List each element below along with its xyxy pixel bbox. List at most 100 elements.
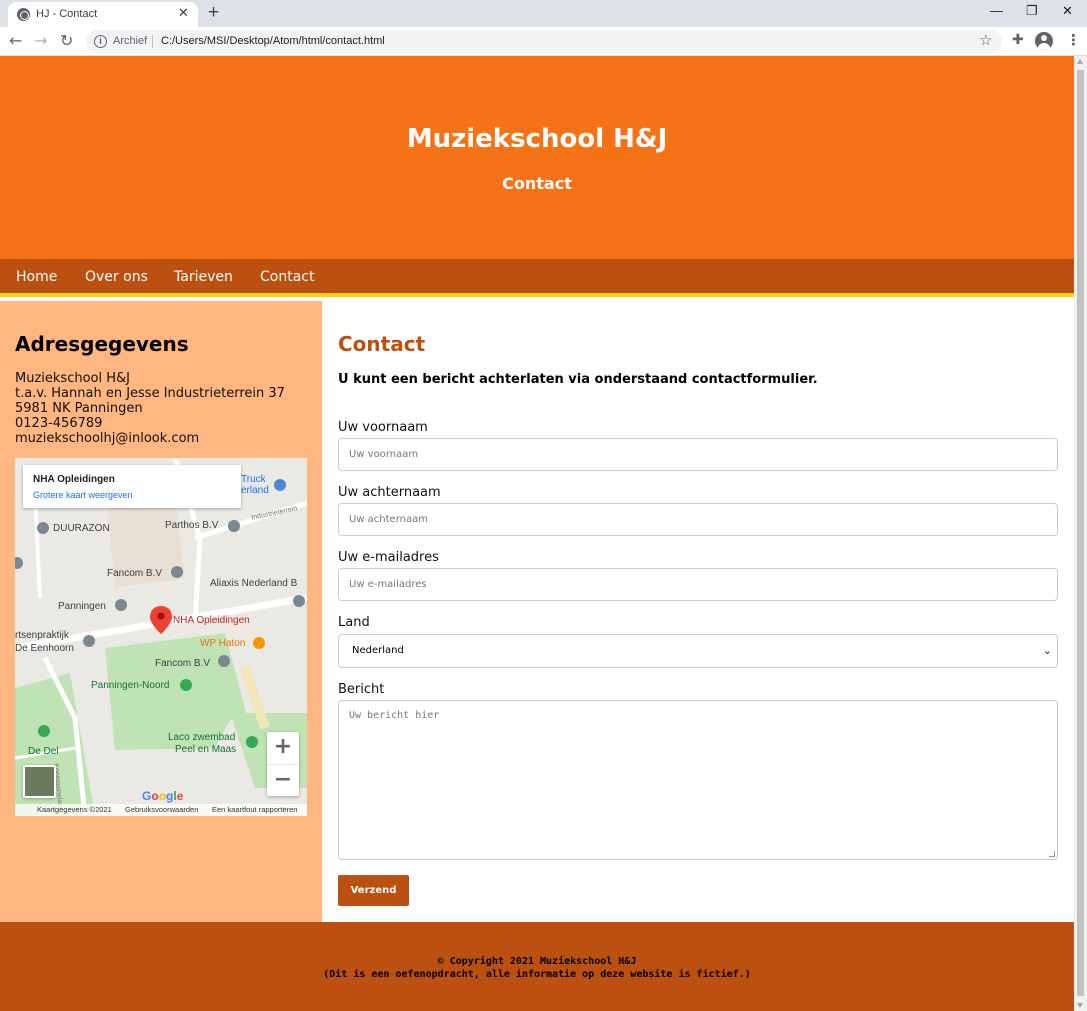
poi-marker [38,725,50,737]
poi-marker [171,566,183,578]
intro-text: U kunt een bericht achterlaten via onder… [338,372,818,387]
site-title: Muziekschool H&J [406,124,668,154]
map-label: De Eenhoorn [15,643,74,654]
last-name-label: Uw achternaam [338,485,441,500]
map-place-name: NHA Opleidingen [33,474,115,485]
map-place-card: NHA Opleidingen Grotere kaart weergeven [23,465,241,508]
address-bar[interactable]: i Archief C:/Users/MSI/Desktop/Atom/html… [86,30,1002,53]
map-label: erland [241,485,269,496]
poi-marker [15,557,23,569]
footer-text: © Copyright 2021 Muziekschool H&J (Dit i… [0,955,1074,981]
message-textarea[interactable]: Uw bericht hier [338,700,1058,860]
map-label: WP Haton [200,638,246,649]
report-error-link[interactable]: Een kaartfout rapporteren [212,805,297,814]
poi-marker [37,522,49,534]
address-line: 5981 NK Panningen [15,401,143,416]
terms-link[interactable]: Gebruiksvoorwaarden [125,805,198,814]
address-separator [152,35,153,48]
globe-icon [17,8,30,21]
address-sidebar: Adresgegevens Muziekschool H&J t.a.v. Ha… [0,301,322,922]
google-logo: Google [142,789,184,803]
poi-marker [293,595,305,607]
zoom-out-button[interactable]: − [267,764,299,796]
poi-marker [180,679,192,691]
email-address: muziekschoolhj@inlook.com [15,431,200,446]
map-label: Fancom B.V [155,658,211,669]
embedded-map[interactable]: DUURAZON Parthos B.V Fancom B.V Aliaxis … [15,458,307,816]
bookmark-star-icon[interactable]: ☆ [979,31,992,49]
page-scrollbar[interactable] [1074,56,1087,1011]
chevron-down-icon: ⌄ [1042,644,1052,657]
scroll-down-arrow-icon[interactable] [1077,1003,1083,1008]
location-pin-icon[interactable] [150,606,172,634]
new-tab-icon[interactable]: + [208,2,219,24]
disclaimer-line: (Dit is een oefenopdracht, alle informat… [323,969,751,980]
email-label: Uw e-mailadres [338,550,439,565]
window-close-icon[interactable]: ✕ [1062,3,1073,19]
map-label: Parthos B.V [165,520,219,531]
address-line: Muziekschool H&J [15,371,130,386]
country-label: Land [338,615,370,630]
address-block: Muziekschool H&J t.a.v. Hannah en Jesse … [15,371,285,446]
country-selected-value: Nederland [352,645,404,656]
location-pin-dot [157,612,165,620]
poi-marker [228,520,240,532]
address-line: t.a.v. Hannah en Jesse Industrieterrein … [15,386,285,401]
satellite-toggle[interactable] [23,765,56,798]
main-navigation: Home Over ons Tarieven Contact [0,259,1074,297]
resize-handle-icon[interactable] [1049,851,1055,857]
poi-marker [246,736,258,748]
sidebar-heading: Adresgegevens [15,332,189,356]
nav-item-contact[interactable]: Contact [260,269,314,285]
site-footer: © Copyright 2021 Muziekschool H&J (Dit i… [0,922,1074,1011]
country-select[interactable]: Nederland ⌄ [338,634,1058,668]
larger-map-link[interactable]: Grotere kaart weergeven [33,490,133,500]
info-icon[interactable]: i [94,35,107,48]
nav-item-over-ons[interactable]: Over ons [85,269,148,285]
restore-icon[interactable]: ❐ [1026,3,1038,19]
map-zoom-controls: + − [267,732,299,796]
map-label: Truck [241,474,266,485]
url-text[interactable]: C:/Users/MSI/Desktop/Atom/html/contact.h… [161,35,385,47]
map-pin-label: NHA Opleidingen [173,615,250,626]
scrollbar-thumb[interactable] [1077,70,1084,996]
poi-marker [253,637,265,649]
profile-avatar-icon[interactable] [1035,32,1053,50]
map-label: Aliaxis Nederland B [210,578,298,589]
minimize-icon[interactable]: — [990,3,1003,18]
map-label: Panningen-Noord [91,680,170,691]
browser-toolbar: ← → ↻ i Archief C:/Users/MSI/Desktop/Ato… [0,27,1087,56]
first-name-label: Uw voornaam [338,420,428,435]
map-label: DUURAZON [53,523,110,534]
nav-item-home[interactable]: Home [16,269,57,285]
back-arrow-icon[interactable]: ← [9,31,22,51]
extensions-puzzle-icon[interactable]: ✚ [1012,32,1024,48]
browser-menu-icon[interactable]: ⋮ [1066,31,1081,49]
web-page: Muziekschool H&J Contact Home Over ons T… [0,56,1074,1011]
first-name-input[interactable]: Uw voornaam [338,438,1058,471]
email-input[interactable]: Uw e-mailadres [338,568,1058,601]
phone-number: 0123-456789 [15,416,103,431]
nav-item-tarieven[interactable]: Tarieven [174,269,233,285]
map-label: Peel en Maas [175,744,237,755]
browser-tab-bar: HJ - Contact ✕ + — ❐ ✕ [0,0,1087,27]
forward-arrow-icon[interactable]: → [34,31,47,51]
poi-marker [115,599,127,611]
site-header: Muziekschool H&J Contact [0,56,1074,259]
reload-icon[interactable]: ↻ [60,31,73,51]
road [33,497,42,599]
scroll-up-arrow-icon[interactable] [1077,59,1083,64]
tab-title: HJ - Contact [36,8,98,20]
content-heading: Contact [338,332,426,356]
poi-marker [218,655,230,667]
message-label: Bericht [338,682,385,697]
submit-button[interactable]: Verzend [338,875,409,906]
browser-tab[interactable]: HJ - Contact ✕ [8,2,198,27]
tab-close-icon[interactable]: ✕ [178,5,189,21]
last-name-input[interactable]: Uw achternaam [338,503,1058,536]
zoom-in-button[interactable]: + [267,732,299,764]
page-subtitle: Contact [502,174,572,193]
map-label: De Del [28,746,59,757]
message-placeholder: Uw bericht hier [349,710,440,721]
poi-marker [274,479,286,491]
